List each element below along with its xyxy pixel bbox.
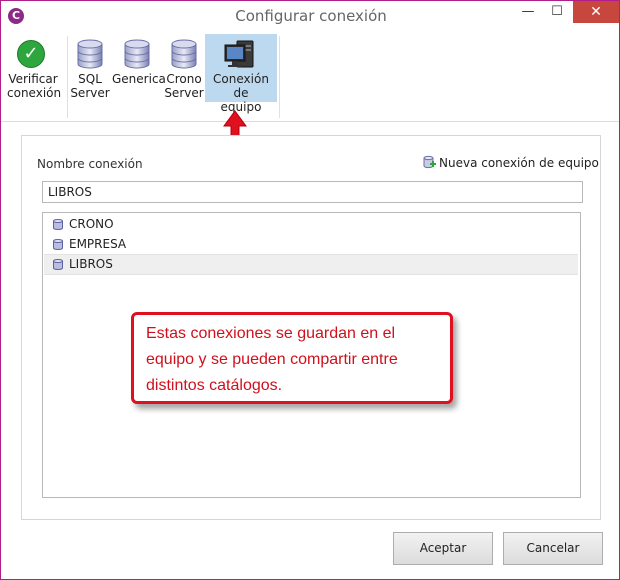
list-item-selected[interactable]: LIBROS [44,254,578,275]
minimize-button[interactable]: — [513,1,543,23]
list-item-label: CRONO [69,217,114,231]
check-icon: ✓ [17,40,45,68]
ribbon-separator [279,36,280,118]
callout-annotation: Estas conexiones se guardan en el equipo… [131,312,453,404]
verify-label-2: conexión [7,86,62,100]
database-icon [53,259,63,270]
sql-label-2: Server [70,86,110,100]
accept-button[interactable]: Aceptar [393,532,493,565]
list-item[interactable]: CRONO [44,215,578,234]
maximize-button[interactable]: ☐ [542,1,572,23]
connection-name-input[interactable]: LIBROS [42,181,583,203]
callout-line: Estas conexiones se guardan en el [146,325,396,342]
dialog-window: C Configurar conexión — ☐ ✕ ✓ Verificar c… [0,0,620,580]
list-item-label: LIBROS [69,257,113,271]
crono-label-1: Crono [166,72,202,86]
close-button[interactable]: ✕ [573,1,619,23]
list-item[interactable]: EMPRESA [44,235,578,254]
generic-label: Generica [112,72,166,86]
database-icon [53,239,63,250]
title-bar: C Configurar conexión — ☐ ✕ [1,1,619,31]
cancel-button[interactable]: Cancelar [503,532,603,565]
database-icon [53,219,63,230]
toolbar-ribbon: ✓ Verificarconexión SQLServer Generica [1,32,619,122]
crono-server-button[interactable]: Crono Server [164,34,204,102]
generic-button[interactable]: Generica [112,34,166,102]
connection-name-label: Nombre conexión [37,157,143,171]
new-connection-label: Nueva conexión de equipo [439,156,599,170]
callout-line: equipo y se pueden compartir entre [146,351,398,368]
computer-icon [224,40,254,68]
callout-line: distintos catálogos. [146,377,283,394]
database-icon [171,39,197,69]
database-icon [124,39,150,69]
sql-server-button[interactable]: SQL Server [70,34,110,102]
add-database-icon [423,155,436,169]
computer-connection-button[interactable]: Conexión de equipo [205,34,277,114]
verify-connection-button[interactable]: ✓ Verificar conexión [7,34,62,102]
new-computer-connection-link[interactable]: Nueva conexión de equipo [423,155,599,170]
verify-label-1: Verificar [8,72,58,86]
crono-label-2: Server [164,86,204,100]
database-icon [77,39,103,69]
sql-label-1: SQL [78,72,102,86]
computer-label-1: Conexión de [213,72,269,100]
list-item-label: EMPRESA [69,237,127,251]
ribbon-separator [67,36,68,118]
